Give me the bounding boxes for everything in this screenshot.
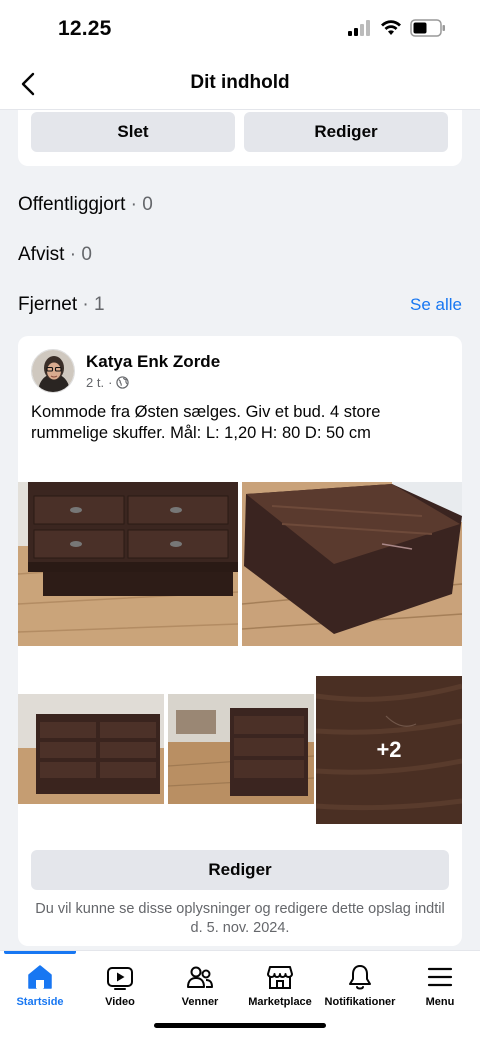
section-count: · 1 (82, 294, 105, 315)
tab-label: Notifikationer (324, 996, 396, 1008)
author-name[interactable]: Katya Enk Zorde (86, 352, 220, 372)
video-icon (107, 967, 133, 990)
tab-video[interactable]: Video (80, 951, 160, 1013)
previous-post-card: Slet Rediger (18, 110, 462, 166)
page-title: Dit indhold (190, 72, 290, 93)
meta-separator: · (108, 375, 113, 390)
status-bar: 12.25 (0, 0, 480, 58)
avatar[interactable] (31, 349, 75, 393)
battery-icon (410, 19, 445, 37)
dresser-angle-photo (18, 676, 164, 824)
edit-button[interactable]: Rediger (244, 112, 448, 152)
dresser-side-photo (168, 676, 314, 824)
dresser-top-photo (242, 454, 462, 672)
bell-icon (349, 965, 371, 990)
section-removed: Fjernet · 1 Se alle (18, 290, 462, 320)
post-photo-2[interactable] (242, 454, 462, 672)
tab-menu[interactable]: Menu (400, 951, 480, 1013)
tab-home[interactable]: Startside (0, 951, 80, 1013)
tab-label: Startside (16, 996, 64, 1008)
friends-icon (187, 966, 213, 988)
post-text: Kommode fra Østen sælges. Giv et bud. 4 … (31, 403, 381, 442)
post-meta: 2 t. · (86, 375, 130, 390)
tab-label: Video (105, 996, 135, 1008)
section-label: Afvist (18, 244, 65, 265)
section-label: Offentliggjort (18, 194, 126, 215)
status-icons (348, 19, 446, 37)
removed-post-card: Katya Enk Zorde 2 t. · Kommode fra Østen… (18, 336, 462, 946)
menu-icon (427, 967, 453, 987)
see-all-link[interactable]: Se alle (410, 295, 462, 315)
section-rejected[interactable]: Afvist · 0 (18, 240, 462, 270)
tab-marketplace[interactable]: Marketplace (240, 951, 320, 1013)
tab-label: Venner (181, 996, 219, 1008)
globe-icon (116, 376, 130, 389)
section-count: · 0 (130, 194, 153, 215)
post-time: 2 t. (86, 375, 105, 390)
content-area: Slet Rediger Offentliggjort · 0 Afvist ·… (0, 110, 480, 950)
post-photo-1[interactable] (18, 454, 238, 672)
status-time: 12.25 (58, 17, 112, 40)
dresser-front-photo (18, 454, 238, 672)
section-count: · 0 (69, 244, 92, 265)
edit-note: Du vil kunne se disse oplysninger og red… (35, 901, 445, 936)
home-icon (28, 965, 52, 989)
tab-notifications[interactable]: Notifikationer (320, 951, 400, 1013)
tab-label: Marketplace (248, 996, 312, 1008)
avatar-photo (32, 350, 74, 392)
nav-bar: Dit indhold (0, 58, 480, 110)
marketplace-icon (267, 966, 293, 989)
tab-friends[interactable]: Venner (160, 951, 240, 1013)
section-published[interactable]: Offentliggjort · 0 (18, 190, 462, 220)
tab-label: Menu (425, 996, 455, 1008)
section-label: Fjernet (18, 294, 78, 315)
delete-button[interactable]: Slet (31, 112, 235, 152)
signal-icon (348, 20, 370, 36)
edit-post-button[interactable]: Rediger (31, 850, 449, 890)
post-photo-4[interactable] (168, 676, 314, 824)
post-photo-5[interactable]: +2 (316, 676, 462, 824)
home-indicator (154, 1023, 326, 1028)
more-photos-overlay: +2 (316, 676, 462, 824)
wifi-icon (381, 20, 401, 35)
post-photo-3[interactable] (18, 676, 164, 824)
